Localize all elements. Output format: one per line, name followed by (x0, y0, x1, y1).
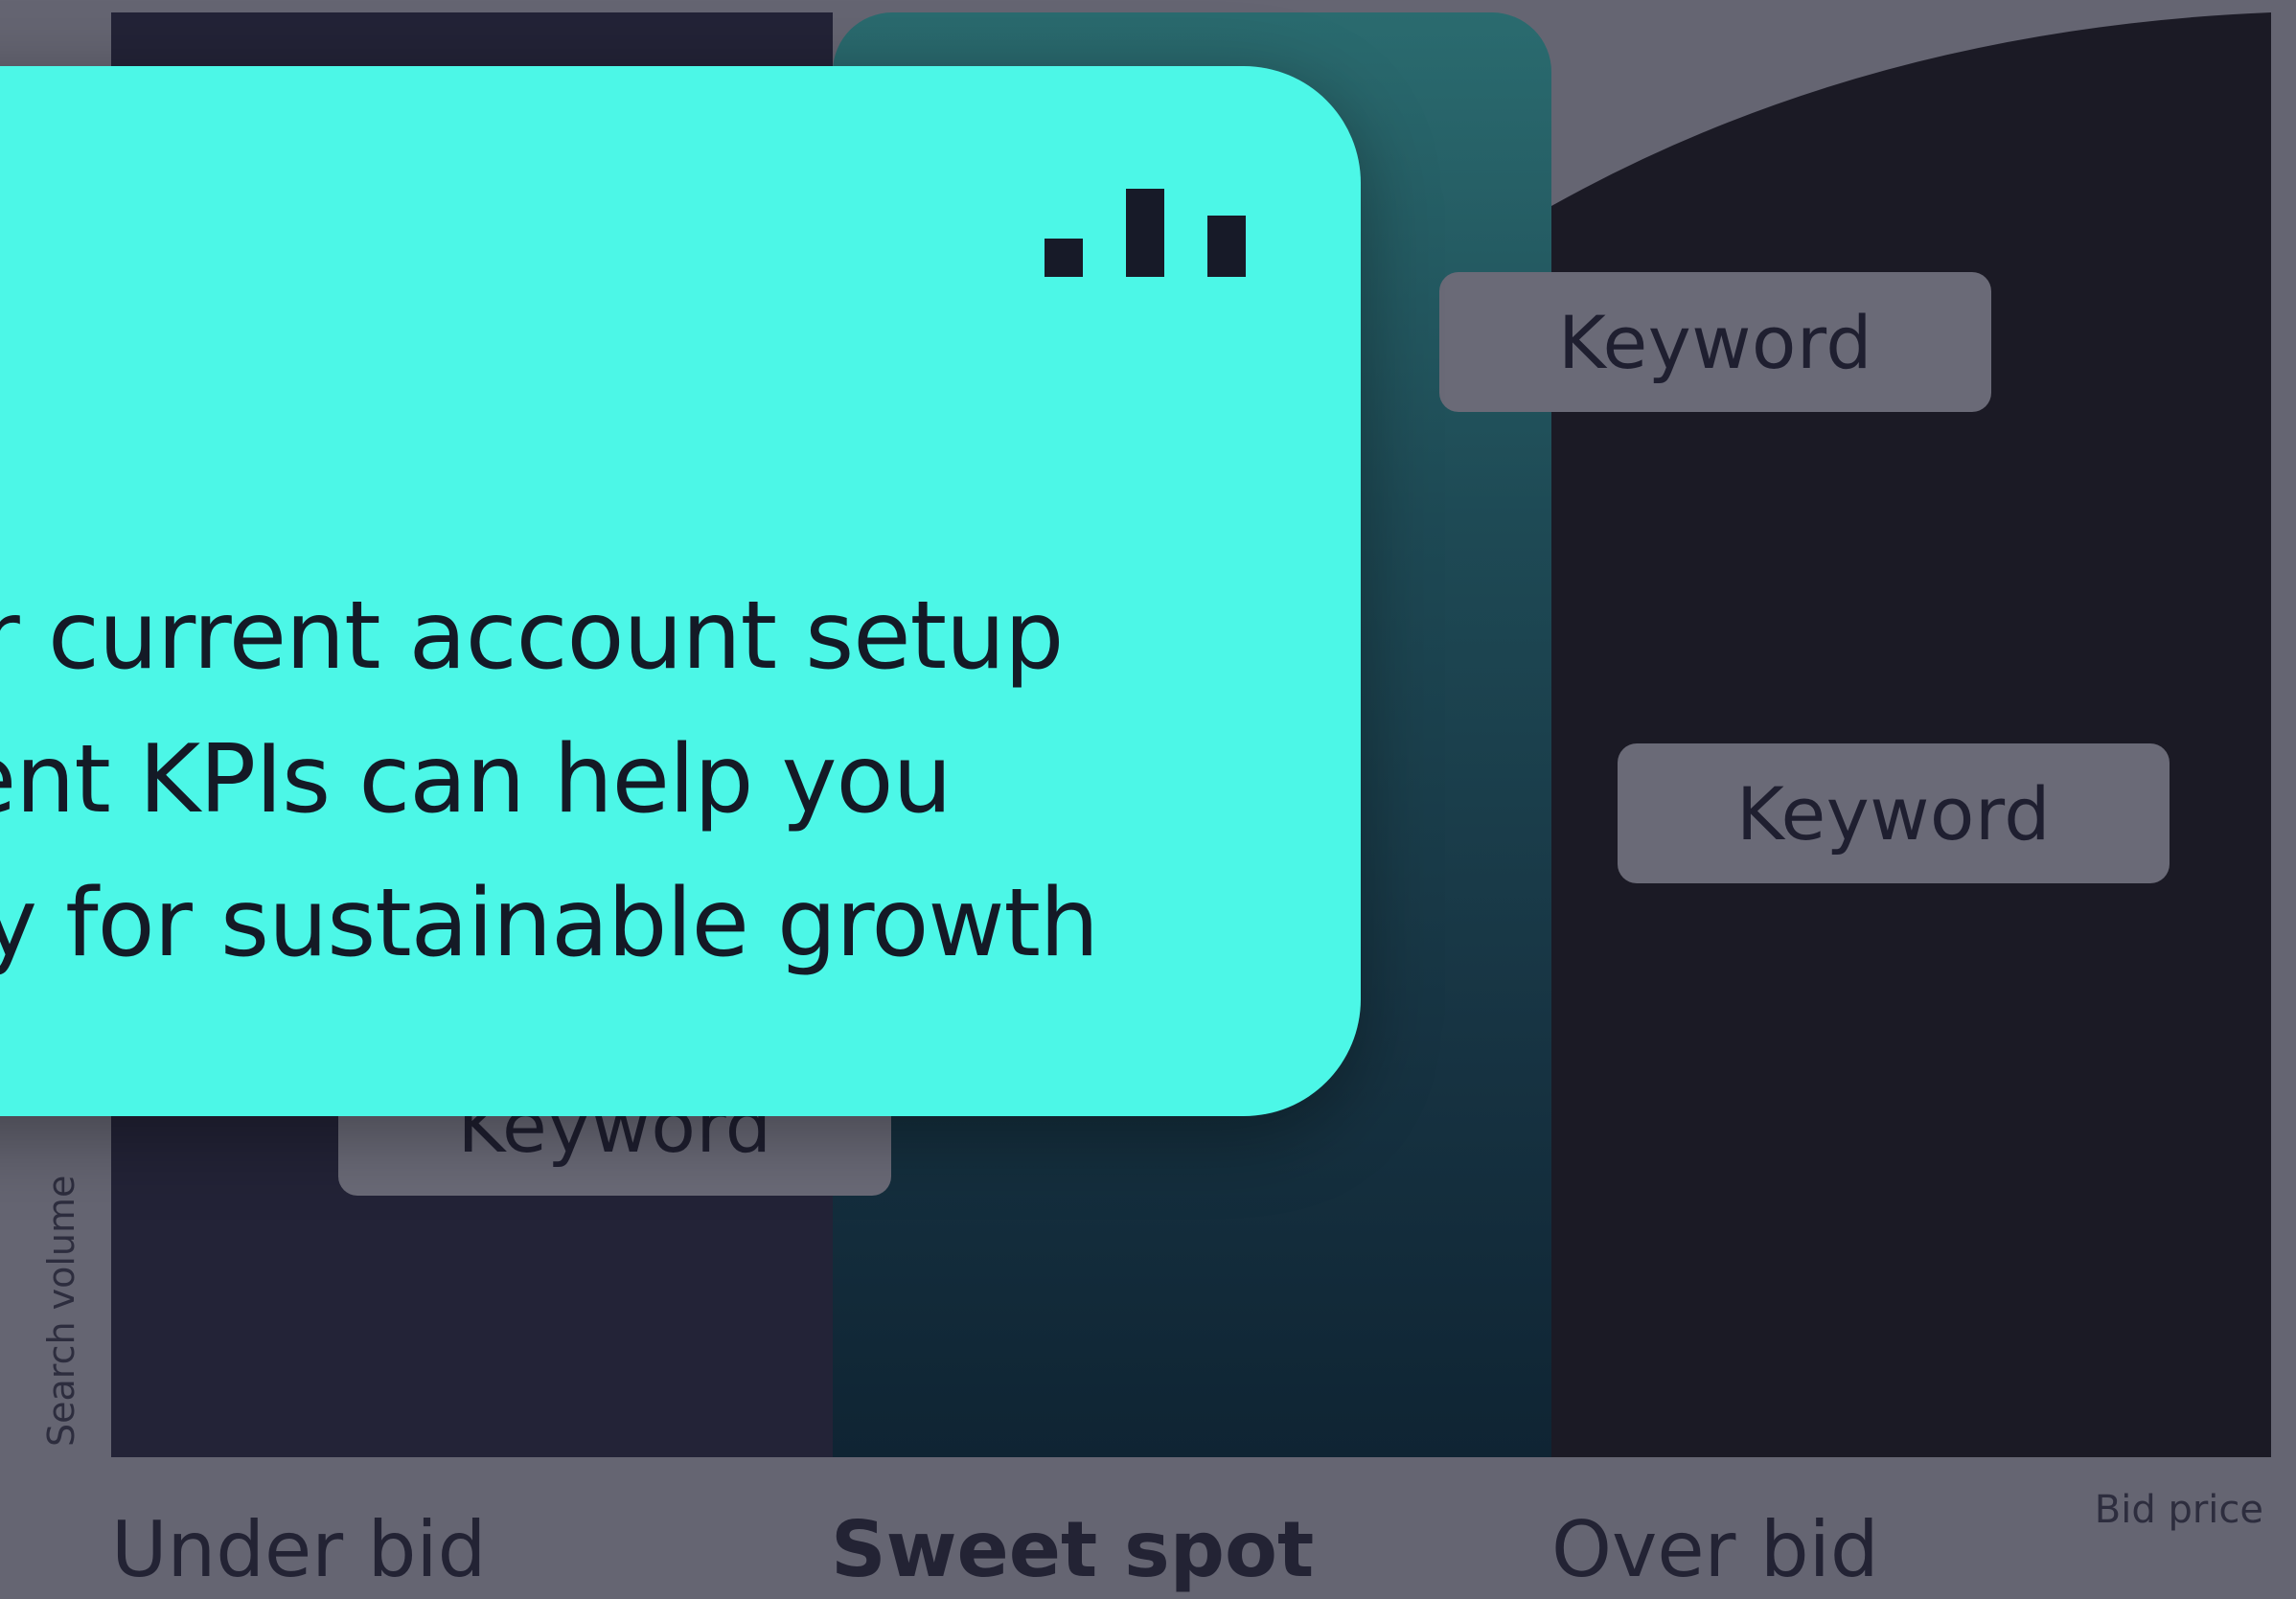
x-axis-label: Bid price (2094, 1488, 2263, 1532)
over-bid-label: Over bid (1551, 1505, 1879, 1594)
diagram-canvas: Keyword Keyword Keyword Search volume Bi… (0, 0, 2296, 1599)
keyword-pill: Keyword (1618, 743, 2170, 883)
y-axis-label: Search volume (40, 1175, 82, 1447)
bar-chart-icon (1045, 189, 1246, 277)
under-bid-label: Under bid (111, 1505, 487, 1594)
card-text-line: our current account setup (0, 582, 1064, 691)
card-text-line: erent KPIs can help you (0, 725, 953, 834)
keyword-pill: Keyword (1439, 272, 1991, 412)
card-text-line: egy for sustainable growth (0, 869, 1099, 978)
info-card: our current account setup erent KPIs can… (0, 66, 1361, 1116)
card-text: our current account setup erent KPIs can… (0, 564, 1099, 995)
sweet-spot-label: Sweet spot (831, 1505, 1315, 1594)
